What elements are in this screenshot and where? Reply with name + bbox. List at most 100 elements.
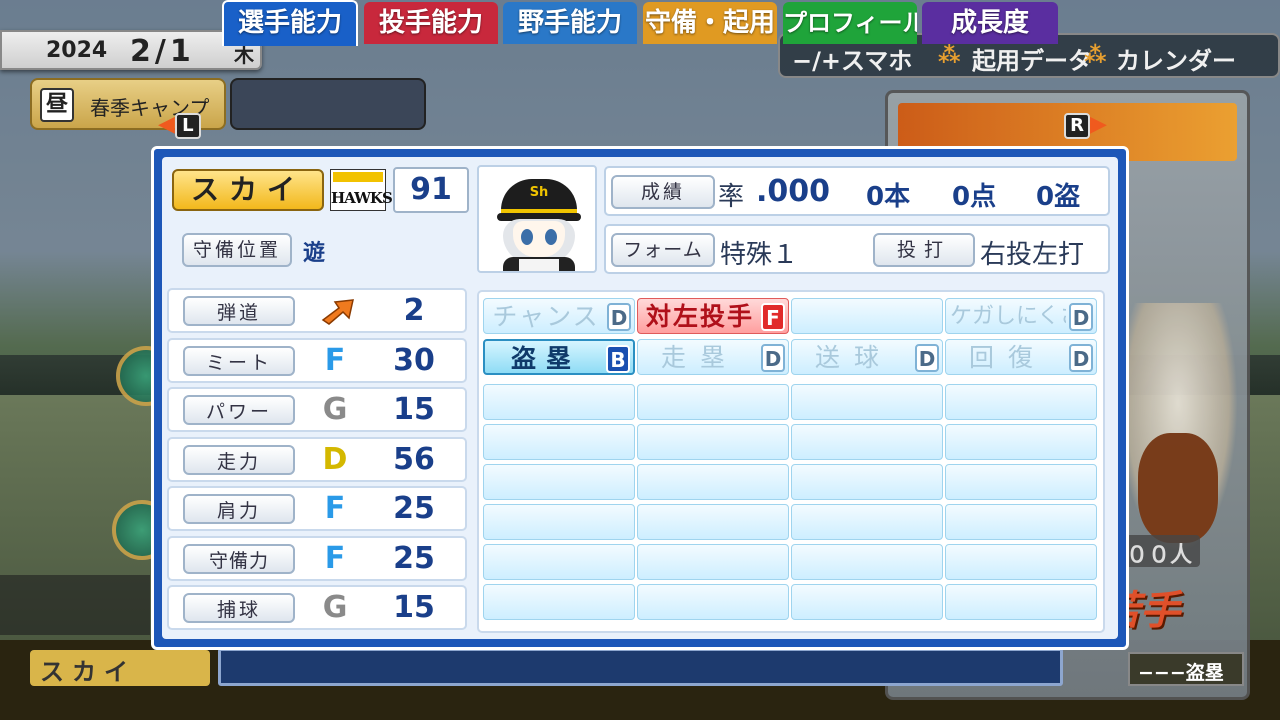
skill-grade: D xyxy=(1069,344,1093,372)
cluster-icon: ⁂ xyxy=(938,43,961,68)
menu-smartphone[interactable]: −/+スマホ xyxy=(792,41,912,76)
tab-player-ability[interactable]: 選手能力 xyxy=(222,0,358,46)
menu-calendar[interactable]: カレンダー xyxy=(1116,41,1236,76)
form-value: 特殊１ xyxy=(720,240,799,270)
ability-value: 25 xyxy=(393,541,435,576)
skill-slot-empty[interactable] xyxy=(637,384,789,420)
skill-slot-empty[interactable] xyxy=(483,544,635,580)
skill-throwing[interactable]: 送球 D xyxy=(791,339,943,375)
skill-slot-empty[interactable] xyxy=(483,584,635,620)
ability-row-power: パワー G 15 xyxy=(167,387,467,432)
skill-slot-empty[interactable] xyxy=(791,424,943,460)
skill-slot-empty[interactable] xyxy=(637,464,789,500)
ability-label: 肩力 xyxy=(183,494,295,524)
skill-slot-empty[interactable] xyxy=(483,424,635,460)
ability-rank: D xyxy=(322,442,348,477)
ability-rank: F xyxy=(324,541,346,576)
skill-slot-empty[interactable] xyxy=(945,424,1097,460)
ability-row-arm: 肩力 F 25 xyxy=(167,486,467,531)
daytime-icon: 昼 xyxy=(40,88,74,122)
stolen-bases: 0盗 xyxy=(1036,182,1081,212)
skill-slot-empty[interactable] xyxy=(945,504,1097,540)
background-steal-label: −−−盗塁 xyxy=(1128,652,1244,686)
tab-defense-usage[interactable]: 守備・起用 xyxy=(643,2,777,44)
ability-value: 30 xyxy=(393,343,435,378)
tab-growth[interactable]: 成長度 xyxy=(922,2,1058,44)
tab-next-r-button[interactable]: R ▶ xyxy=(1064,112,1107,140)
skill-grade: F xyxy=(761,303,785,331)
ability-list: 弾道 2 ミート F 30 パワー G 15 走力 D 56 肩力 F 25 守… xyxy=(167,288,469,633)
rbi: 0点 xyxy=(952,182,997,212)
skill-slot-empty[interactable] xyxy=(791,584,943,620)
skill-chance[interactable]: チャンス D xyxy=(483,298,635,334)
ability-value: 2 xyxy=(403,293,425,328)
stats-button[interactable]: 成績 xyxy=(611,175,715,209)
skill-slot-empty[interactable] xyxy=(945,464,1097,500)
ability-label: パワー xyxy=(183,395,295,425)
skill-slot-empty[interactable] xyxy=(945,544,1097,580)
player-name: スカイ xyxy=(172,169,324,211)
skill-slot-empty[interactable] xyxy=(637,504,789,540)
bottom-player-name: スカイ xyxy=(30,650,210,686)
throw-bat-button[interactable]: 投打 xyxy=(873,233,975,267)
skill-baserunning[interactable]: 走塁 D xyxy=(637,339,789,375)
player-avatar: Sh xyxy=(477,165,597,273)
special-skills-grid: チャンス D 対左投手 F ケガしにくさ D 盗塁 B 走塁 D 送球 D 回復… xyxy=(477,290,1105,633)
tab-profile[interactable]: プロフィール xyxy=(783,2,917,44)
tab-prev-l-button[interactable]: ◀ L xyxy=(158,112,201,140)
skill-slot-empty[interactable] xyxy=(791,464,943,500)
skill-slot-empty[interactable] xyxy=(791,504,943,540)
skill-empty[interactable] xyxy=(791,298,943,334)
ability-value: 56 xyxy=(393,442,435,477)
date-year: 2024 xyxy=(46,38,108,63)
tab-fielder-ability[interactable]: 野手能力 xyxy=(503,2,637,44)
skill-slot-empty[interactable] xyxy=(791,544,943,580)
ability-row-catching: 捕球 G 15 xyxy=(167,585,467,630)
ability-label: 走力 xyxy=(183,445,295,475)
skill-slot-empty[interactable] xyxy=(637,544,789,580)
ability-row-meet: ミート F 30 xyxy=(167,338,467,383)
skill-slot-empty[interactable] xyxy=(483,504,635,540)
trajectory-arrow-icon xyxy=(321,299,354,325)
skill-durability[interactable]: ケガしにくさ D xyxy=(945,298,1097,334)
ability-rank: F xyxy=(324,343,346,378)
ability-row-speed: 走力 D 56 xyxy=(167,437,467,482)
ability-rank: F xyxy=(324,491,346,526)
form-button[interactable]: フォーム xyxy=(611,233,715,267)
home-runs: 0本 xyxy=(866,182,911,212)
skill-stealing[interactable]: 盗塁 B xyxy=(483,339,635,375)
ability-value: 15 xyxy=(393,590,435,625)
skill-recovery[interactable]: 回復 D xyxy=(945,339,1097,375)
ability-rank: G xyxy=(322,590,348,625)
tab-pitcher-ability[interactable]: 投手能力 xyxy=(364,2,498,44)
position-label: 守備位置 xyxy=(182,233,292,267)
background-left-panel xyxy=(0,575,150,635)
throw-bat-value: 右投左打 xyxy=(980,240,1085,270)
skill-slot-empty[interactable] xyxy=(791,384,943,420)
ability-rank: G xyxy=(322,392,348,427)
skill-slot-empty[interactable] xyxy=(637,424,789,460)
uniform-number: 91 xyxy=(393,167,469,213)
skill-grade: D xyxy=(607,303,631,331)
skill-grade: D xyxy=(1069,303,1093,331)
team-logo: HAWKS xyxy=(330,169,393,211)
skill-slot-empty[interactable] xyxy=(945,584,1097,620)
skill-slot-empty[interactable] xyxy=(945,384,1097,420)
skill-slot-empty[interactable] xyxy=(483,384,635,420)
ability-label: 守備力 xyxy=(183,544,295,574)
date-month-day: 2/1 xyxy=(130,34,195,69)
skill-slot-empty[interactable] xyxy=(483,464,635,500)
background-count: ００人 xyxy=(1120,535,1200,568)
ability-value: 25 xyxy=(393,491,435,526)
skill-vs-lefty[interactable]: 対左投手 F xyxy=(637,298,789,334)
ability-row-fielding: 守備力 F 25 xyxy=(167,536,467,581)
rate-label: 率 xyxy=(718,182,745,212)
bottom-window xyxy=(218,648,1063,686)
menu-usage-data[interactable]: 起用データ xyxy=(972,41,1092,76)
ability-value: 15 xyxy=(393,392,435,427)
skill-slot-empty[interactable] xyxy=(637,584,789,620)
skill-grade: D xyxy=(915,344,939,372)
triangle-right-icon: ▶ xyxy=(1090,112,1107,137)
ability-label: 弾道 xyxy=(183,296,295,326)
triangle-left-icon: ◀ xyxy=(158,112,175,137)
